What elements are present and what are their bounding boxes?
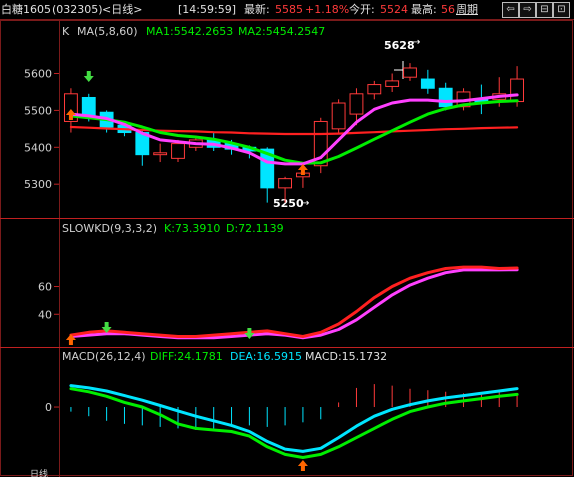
macd-diff-line bbox=[69, 384, 519, 453]
sell-signal-icon bbox=[244, 328, 255, 339]
buy-signal-icon bbox=[297, 460, 308, 471]
kd-k-readout: K:73.3910 bbox=[164, 222, 220, 235]
chart-frame bbox=[0, 20, 573, 476]
candle-body bbox=[420, 78, 435, 89]
candle-body bbox=[385, 80, 400, 87]
candle-body bbox=[331, 102, 346, 130]
open-value: 5524 bbox=[380, 3, 408, 16]
nav-right-icon[interactable]: ⇨ bbox=[519, 2, 536, 18]
candle-body bbox=[510, 78, 525, 103]
main-panel-title: MA(5,8,60) bbox=[77, 25, 138, 38]
low-arrow-icon: → bbox=[301, 198, 309, 209]
y-tick-label: 40 bbox=[38, 308, 52, 321]
ma2-readout: MA2:5454.2547 bbox=[238, 25, 325, 38]
kd-panel-title: SLOWKD(9,3,3,2) bbox=[62, 222, 157, 235]
sell-signal-icon bbox=[83, 71, 94, 82]
latest-label: 最新: bbox=[244, 3, 270, 16]
symbol-name: 白糖1605 bbox=[1, 3, 51, 16]
main-panel-prefix: K bbox=[62, 25, 70, 38]
zoom-in-icon[interactable]: ⊡ bbox=[553, 2, 570, 18]
candle-body bbox=[349, 93, 364, 115]
macd-value-readout: MACD:15.1732 bbox=[305, 350, 387, 363]
candle-body bbox=[367, 84, 382, 95]
period-label[interactable]: <日线> bbox=[102, 0, 142, 19]
bottom-period-label: 日线 bbox=[30, 468, 48, 477]
candle-body bbox=[278, 178, 293, 189]
macd-panel-title: MACD(26,12,4) bbox=[62, 350, 146, 363]
nav-left-icon[interactable]: ⇦ bbox=[502, 2, 519, 18]
quote-time: [14:59:59] bbox=[178, 3, 236, 16]
latest-value: 5585 bbox=[275, 3, 303, 16]
y-tick-label: 5400 bbox=[24, 141, 52, 154]
y-tick-label: 0 bbox=[45, 401, 52, 414]
high-price-annotation: 5628 bbox=[384, 39, 415, 52]
ma1-readout: MA1:5542.2653 bbox=[146, 25, 233, 38]
candle-body bbox=[153, 152, 168, 156]
cycle-link[interactable]: 周期 bbox=[456, 0, 478, 19]
low-price-annotation: 5250 bbox=[273, 197, 304, 210]
y-tick-label: 5300 bbox=[24, 178, 52, 191]
high-arrow-icon: → bbox=[412, 37, 420, 48]
symbol-code: (032305) bbox=[52, 3, 103, 16]
high-label: 最高: bbox=[411, 3, 437, 16]
macd-dea-readout: DEA:16.5915 bbox=[230, 350, 302, 363]
kd-d-readout: D:72.1139 bbox=[226, 222, 284, 235]
quote-header-bar: 白糖1605 (032305) <日线> [14:59:59] 最新: 5585… bbox=[0, 0, 574, 20]
candle-body bbox=[438, 87, 453, 108]
y-tick-label: 60 bbox=[38, 281, 52, 294]
candle-body bbox=[403, 67, 417, 78]
change-percent: +1.18% bbox=[305, 3, 350, 16]
kd-k-line bbox=[69, 265, 519, 338]
y-tick-label: 5600 bbox=[24, 68, 52, 81]
open-label: 今开: bbox=[349, 3, 375, 16]
y-tick-label: 5500 bbox=[24, 104, 52, 117]
kd-d-line bbox=[69, 268, 519, 340]
candle-body bbox=[171, 143, 185, 159]
chart-canvas[interactable]: K MA(5,8,60) MA1:5542.2653 MA2:5454.2547… bbox=[0, 20, 574, 477]
high-value: 56 bbox=[441, 3, 455, 16]
macd-diff-readout: DIFF:24.1781 bbox=[150, 350, 223, 363]
zoom-out-icon[interactable]: ⊟ bbox=[536, 2, 553, 18]
